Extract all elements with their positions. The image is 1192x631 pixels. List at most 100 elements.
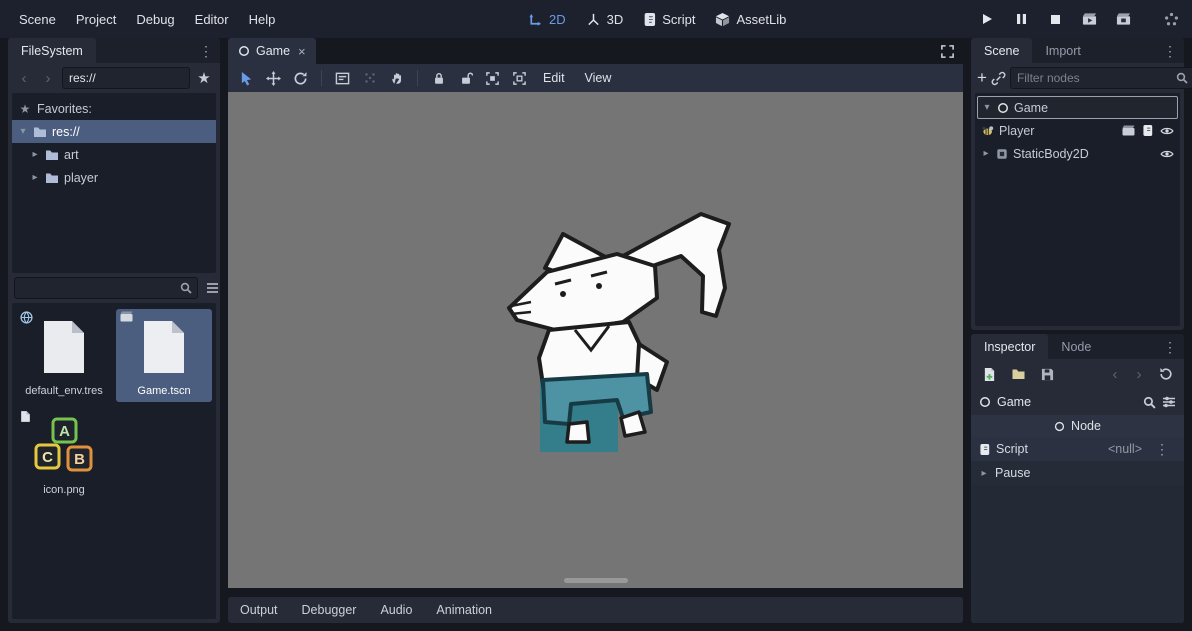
mode-2d-button[interactable]: 2D — [528, 12, 566, 27]
file-list-display-mode-toggle[interactable] — [202, 277, 222, 299]
history-forward-button[interactable]: › — [1129, 363, 1149, 385]
file-item-icon-png[interactable]: A C B icon.png — [16, 408, 112, 501]
favorite-toggle-button[interactable]: ★ — [194, 67, 214, 89]
bunny-player-sprite — [505, 210, 740, 455]
new-resource-icon[interactable] — [977, 363, 1002, 385]
dock-options-icon[interactable]: ⋮ — [192, 44, 220, 58]
play-scene-button[interactable] — [1078, 8, 1100, 30]
bottom-tab-animation[interactable]: Animation — [436, 603, 492, 617]
unlock-icon[interactable] — [453, 67, 478, 89]
select-tool-button[interactable] — [234, 67, 259, 89]
folder-icon — [33, 126, 47, 138]
bottom-tab-audio[interactable]: Audio — [380, 603, 412, 617]
script-icon[interactable] — [1142, 124, 1153, 137]
node-circle-icon — [979, 396, 991, 408]
mode-script-button[interactable]: Script — [643, 12, 695, 27]
property-options-icon[interactable]: ⋮ — [1148, 442, 1176, 456]
filesystem-search-input[interactable] — [21, 281, 176, 295]
view-menu[interactable]: View — [576, 68, 621, 88]
file-item-default-env[interactable]: default_env.tres — [16, 309, 112, 402]
file-name: icon.png — [43, 483, 85, 497]
file-item-game-tscn[interactable]: Game.tscn — [116, 309, 212, 402]
update-spinner-icon[interactable] — [1160, 8, 1182, 30]
add-node-button[interactable]: + — [977, 67, 987, 89]
ungroup-button[interactable] — [507, 67, 532, 89]
expand-arrow-icon[interactable]: ▸ — [981, 148, 991, 159]
tab-scene[interactable]: Scene — [971, 38, 1032, 63]
edit-menu[interactable]: Edit — [534, 68, 574, 88]
menu-scene[interactable]: Scene — [10, 8, 65, 31]
pan-tool-button[interactable] — [384, 67, 409, 89]
bottom-panel-grip[interactable] — [564, 578, 628, 583]
save-icon[interactable] — [1035, 363, 1060, 385]
tab-node[interactable]: Node — [1048, 334, 1104, 359]
stop-button[interactable] — [1044, 8, 1066, 30]
file-thumbnail-letter-blocks: A C B — [32, 414, 96, 478]
history-back-button[interactable]: ‹ — [14, 67, 34, 89]
visibility-eye-icon[interactable] — [1160, 149, 1174, 159]
scene-tab-game[interactable]: Game × — [228, 38, 316, 64]
scene-node-staticbody2d[interactable]: ▸ StaticBody2D — [977, 142, 1178, 165]
filter-properties-icon[interactable] — [1143, 396, 1156, 409]
scene-node-player[interactable]: Player — [977, 119, 1178, 142]
dock-options-icon[interactable]: ⋮ — [1156, 340, 1184, 354]
scene-node-game[interactable]: ▾ Game — [977, 96, 1178, 119]
object-tools-sliders-icon[interactable] — [1162, 396, 1176, 408]
tab-filesystem[interactable]: FileSystem — [8, 38, 96, 63]
history-back-button[interactable]: ‹ — [1105, 363, 1125, 385]
move-tool-button[interactable] — [261, 67, 286, 89]
tree-item-art[interactable]: ▸ art — [12, 143, 216, 166]
filter-nodes-input[interactable] — [1017, 71, 1172, 85]
node-circle-icon — [238, 45, 250, 57]
current-path-input[interactable] — [62, 67, 190, 89]
2d-viewport-canvas[interactable] — [228, 92, 963, 588]
scene-dock: Scene Import ⋮ + ▾ Game Player — [971, 38, 1184, 330]
menu-editor[interactable]: Editor — [186, 8, 238, 31]
pause-button[interactable] — [1010, 8, 1032, 30]
scene-tree: ▾ Game Player ▸ StaticBody2D — [975, 93, 1180, 326]
expand-arrow-icon[interactable]: ▸ — [979, 468, 989, 479]
bottom-tab-output[interactable]: Output — [240, 603, 278, 617]
mode-3d-button[interactable]: 3D — [586, 12, 624, 27]
instance-scene-icon[interactable] — [991, 67, 1006, 89]
menu-debug[interactable]: Debug — [127, 8, 183, 31]
history-forward-button[interactable]: › — [38, 67, 58, 89]
tree-item-res-root[interactable]: ▾ res:// — [12, 120, 216, 143]
filesystem-dock-tabs: FileSystem ⋮ — [8, 38, 220, 63]
lock-icon[interactable] — [426, 67, 451, 89]
group-button[interactable] — [480, 67, 505, 89]
menu-help[interactable]: Help — [240, 8, 285, 31]
property-row-pause[interactable]: ▸ Pause — [971, 461, 1184, 485]
close-tab-icon[interactable]: × — [298, 44, 306, 59]
collapse-arrow-icon[interactable]: ▾ — [982, 102, 992, 113]
collapse-arrow-icon[interactable]: ▾ — [18, 126, 28, 137]
canvas-toolbar: Edit View — [228, 64, 963, 92]
play-custom-scene-button[interactable] — [1112, 8, 1134, 30]
search-icon — [1176, 72, 1188, 84]
load-resource-folder-icon[interactable] — [1006, 363, 1031, 385]
list-select-button[interactable] — [330, 67, 355, 89]
inspector-dock-tabs: Inspector Node ⋮ — [971, 334, 1184, 359]
menu-project[interactable]: Project — [67, 8, 125, 31]
tab-import[interactable]: Import — [1032, 38, 1093, 63]
expand-arrow-icon[interactable]: ▸ — [30, 149, 40, 160]
property-value[interactable]: <null> — [1108, 442, 1142, 456]
expand-viewport-icon[interactable] — [940, 44, 955, 59]
snap-options-button[interactable] — [357, 67, 382, 89]
inspector-section-node[interactable]: Node — [971, 415, 1184, 437]
mode-assetlib-button[interactable]: AssetLib — [715, 12, 786, 27]
bottom-tab-debugger[interactable]: Debugger — [302, 603, 357, 617]
clapper-icon[interactable] — [1122, 125, 1135, 136]
tab-inspector[interactable]: Inspector — [971, 334, 1048, 359]
expand-arrow-icon[interactable]: ▸ — [30, 172, 40, 183]
inspected-object-name: Game — [997, 395, 1031, 409]
property-row-script[interactable]: Script <null> ⋮ — [971, 437, 1184, 461]
object-history-icon[interactable] — [1153, 363, 1178, 385]
search-icon — [180, 282, 192, 294]
play-button[interactable] — [976, 8, 998, 30]
rotate-tool-button[interactable] — [288, 67, 313, 89]
tree-item-favorites[interactable]: ★ Favorites: — [12, 97, 216, 120]
visibility-eye-icon[interactable] — [1160, 126, 1174, 136]
tree-item-player[interactable]: ▸ player — [12, 166, 216, 189]
dock-options-icon[interactable]: ⋮ — [1156, 44, 1184, 58]
